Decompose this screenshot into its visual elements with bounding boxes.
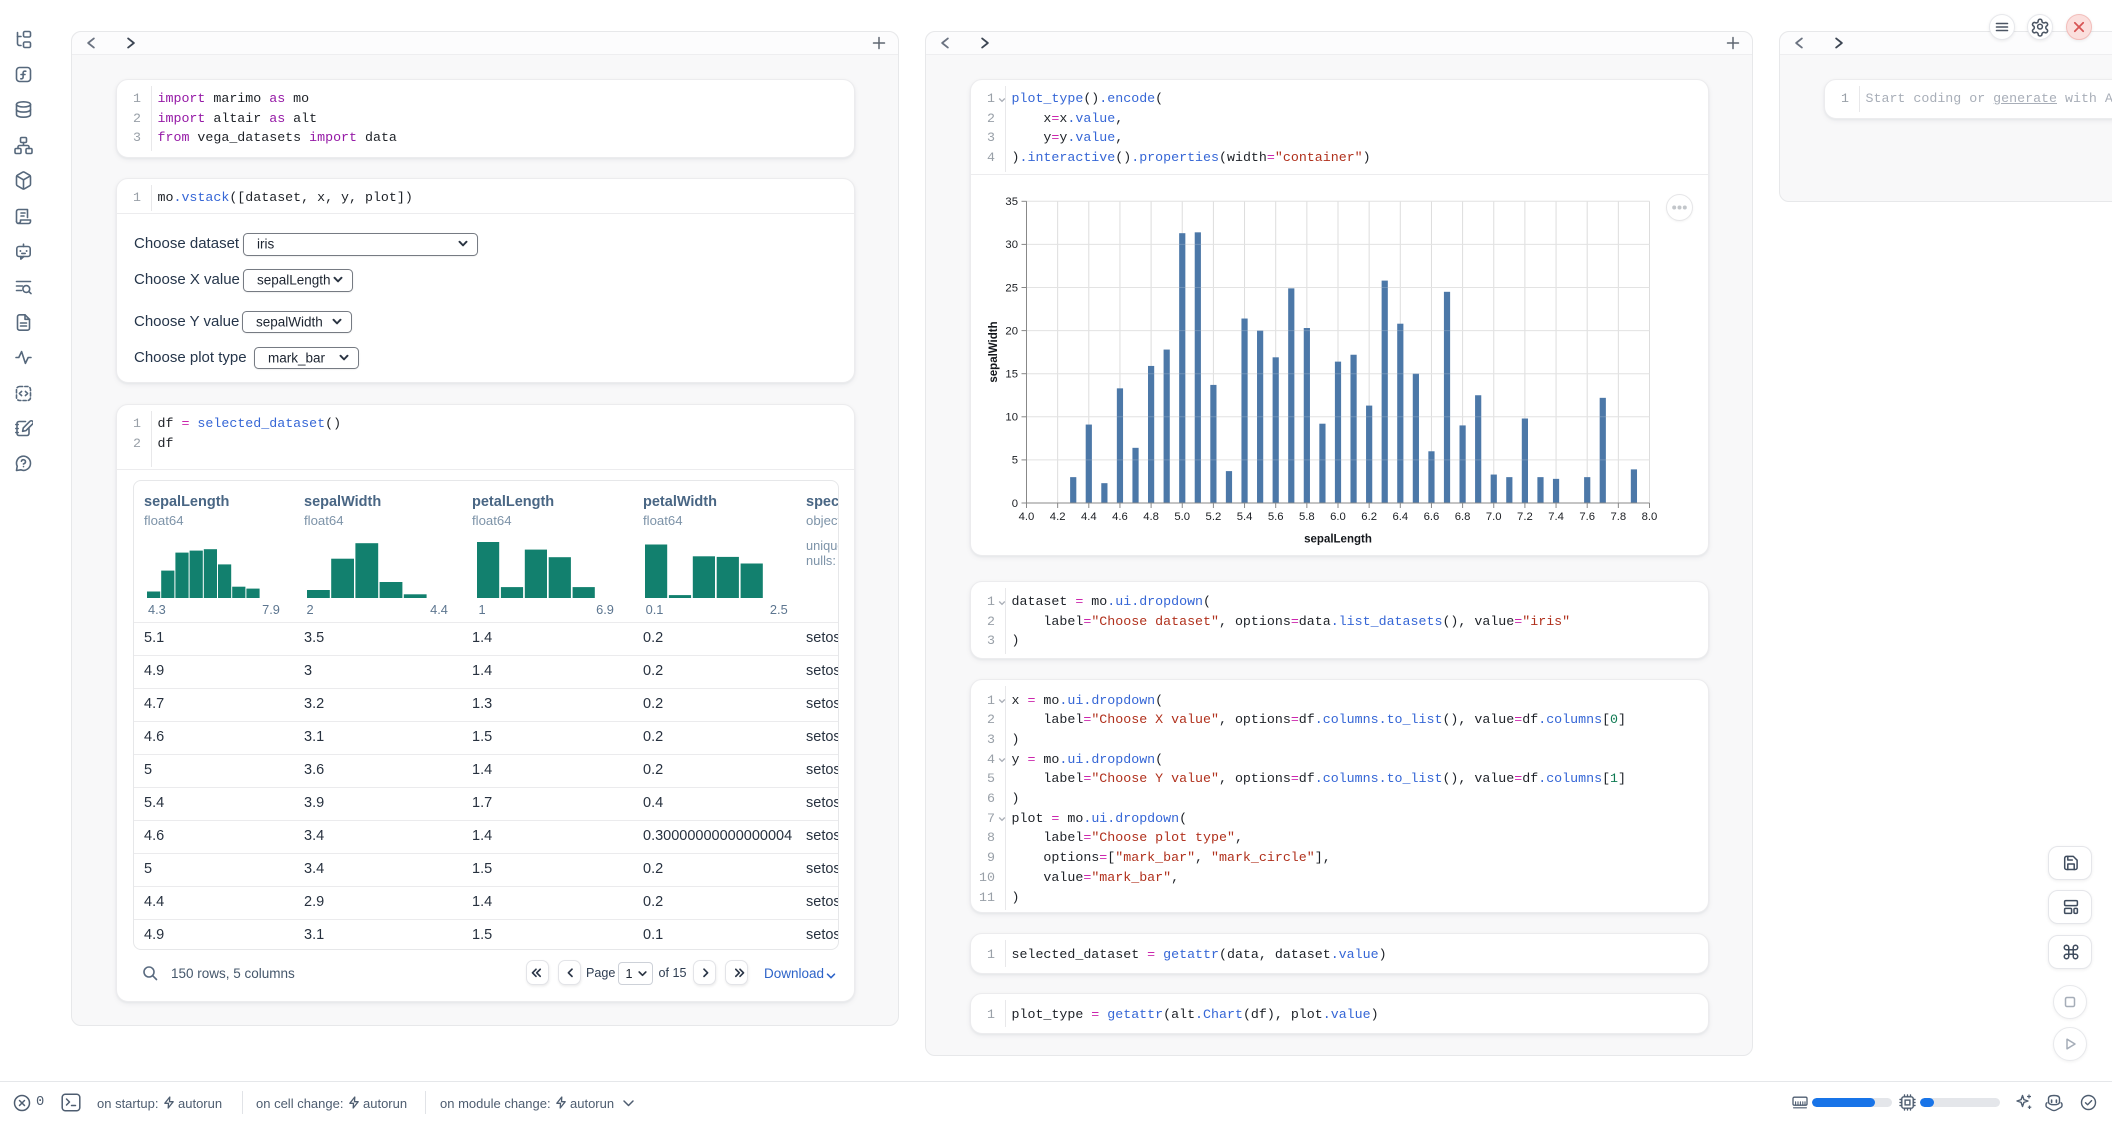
svg-text:6.0: 6.0	[1330, 511, 1346, 523]
svg-text:7.2: 7.2	[1517, 511, 1533, 523]
svg-text:7.6: 7.6	[1579, 511, 1595, 523]
svg-text:10: 10	[1005, 412, 1018, 424]
svg-text:6.2: 6.2	[1361, 511, 1377, 523]
svg-text:5.8: 5.8	[1299, 511, 1315, 523]
svg-text:7.4: 7.4	[1548, 511, 1564, 523]
svg-text:5.0: 5.0	[1174, 511, 1190, 523]
svg-text:6.6: 6.6	[1424, 511, 1440, 523]
svg-text:20: 20	[1005, 325, 1018, 337]
svg-text:4.6: 4.6	[1112, 511, 1128, 523]
svg-text:6.4: 6.4	[1392, 511, 1408, 523]
svg-text:5: 5	[1012, 455, 1018, 467]
svg-text:25: 25	[1005, 282, 1018, 294]
svg-text:5.6: 5.6	[1268, 511, 1284, 523]
svg-text:6.8: 6.8	[1455, 511, 1471, 523]
svg-text:5.4: 5.4	[1237, 511, 1253, 523]
svg-text:8.0: 8.0	[1642, 511, 1658, 523]
svg-text:15: 15	[1005, 369, 1018, 381]
svg-text:7.0: 7.0	[1486, 511, 1502, 523]
svg-text:4.2: 4.2	[1050, 511, 1066, 523]
svg-text:4.4: 4.4	[1081, 511, 1097, 523]
svg-text:sepalWidth: sepalWidth	[988, 321, 1000, 382]
svg-text:0: 0	[1012, 498, 1018, 510]
svg-text:4.0: 4.0	[1019, 511, 1035, 523]
svg-text:30: 30	[1005, 239, 1018, 251]
svg-text:sepalLength: sepalLength	[1304, 534, 1372, 546]
svg-text:4.8: 4.8	[1143, 511, 1159, 523]
svg-text:7.8: 7.8	[1610, 511, 1626, 523]
svg-text:5.2: 5.2	[1206, 511, 1222, 523]
svg-text:35: 35	[1005, 196, 1018, 208]
